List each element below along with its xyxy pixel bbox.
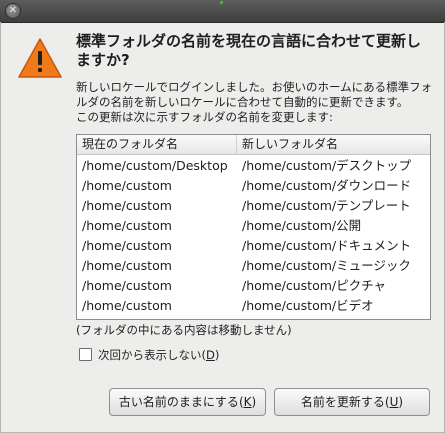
folder-contents-note: (フォルダの中にある内容は移動しません) xyxy=(76,323,292,337)
current-folder-cell: /home/custom xyxy=(82,178,172,193)
table-row[interactable]: /home/custom /home/custom/ダウンロード xyxy=(77,176,430,196)
new-folder-cell: /home/custom/ミュージック xyxy=(242,258,411,273)
mnemonic-d: D xyxy=(206,348,215,362)
table-header: 現在のフォルダ名 新しいフォルダ名 xyxy=(77,135,430,155)
table-row[interactable]: /home/custom /home/custom/ミュージック xyxy=(77,256,430,276)
update-names-button[interactable]: 名前を更新する(U) xyxy=(274,388,430,416)
column-header-new-name[interactable]: 新しいフォルダ名 xyxy=(237,135,430,154)
dialog-heading: 標準フォルダの名前を現在の言語に合わせて更新しますか? xyxy=(76,32,422,69)
table-row[interactable]: /home/custom/Desktop /home/custom/デスクトップ xyxy=(77,156,430,176)
table-row[interactable]: /home/custom /home/custom/ビデオ xyxy=(77,296,430,316)
new-folder-cell: /home/custom/テンプレート xyxy=(242,198,411,213)
new-folder-cell: /home/custom/デスクトップ xyxy=(242,158,412,173)
new-folder-cell: /home/custom/ビデオ xyxy=(242,298,374,313)
current-folder-cell: /home/custom xyxy=(82,298,172,313)
mnemonic-k: K xyxy=(243,395,252,409)
keep-old-names-button[interactable]: 古い名前のままにする(K) xyxy=(109,388,266,416)
dont-show-again-checkbox[interactable] xyxy=(79,348,92,361)
table-row[interactable]: /home/custom /home/custom/テンプレート xyxy=(77,196,430,216)
table-row[interactable]: /home/custom /home/custom/ピクチャ xyxy=(77,276,430,296)
dont-show-again-label[interactable]: 次回から表示しない(D) xyxy=(98,347,219,363)
new-folder-cell: /home/custom/ダウンロード xyxy=(242,178,412,193)
warning-icon xyxy=(18,38,62,78)
dialog-message: 新しいロケールでログインしました。お使いのホームにある標準フォルダの名前を新しい… xyxy=(76,80,433,124)
new-folder-cell: /home/custom/公開 xyxy=(242,218,362,233)
current-folder-cell: /home/custom/Desktop xyxy=(82,158,228,173)
table-body: /home/custom/Desktop /home/custom/デスクトップ… xyxy=(77,156,430,316)
new-folder-cell: /home/custom/ドキュメント xyxy=(242,238,412,253)
table-row[interactable]: /home/custom /home/custom/公開 xyxy=(77,216,430,236)
window-titlebar: ✕ xyxy=(0,0,445,23)
current-folder-cell: /home/custom xyxy=(82,198,172,213)
column-header-current-name[interactable]: 現在のフォルダ名 xyxy=(77,135,237,154)
new-folder-cell: /home/custom/ピクチャ xyxy=(242,278,386,293)
current-folder-cell: /home/custom xyxy=(82,218,172,233)
current-folder-cell: /home/custom xyxy=(82,258,172,273)
folder-table[interactable]: 現在のフォルダ名 新しいフォルダ名 /home/custom/Desktop /… xyxy=(76,134,431,320)
rename-folders-dialog: 標準フォルダの名前を現在の言語に合わせて更新しますか? 新しいロケールでログイン… xyxy=(0,22,445,433)
current-folder-cell: /home/custom xyxy=(82,238,172,253)
table-row[interactable]: /home/custom /home/custom/ドキュメント xyxy=(77,236,430,256)
mnemonic-u: U xyxy=(389,395,399,409)
current-folder-cell: /home/custom xyxy=(82,278,172,293)
titlebar-indicator xyxy=(220,1,223,4)
close-window-icon[interactable]: ✕ xyxy=(5,3,21,19)
